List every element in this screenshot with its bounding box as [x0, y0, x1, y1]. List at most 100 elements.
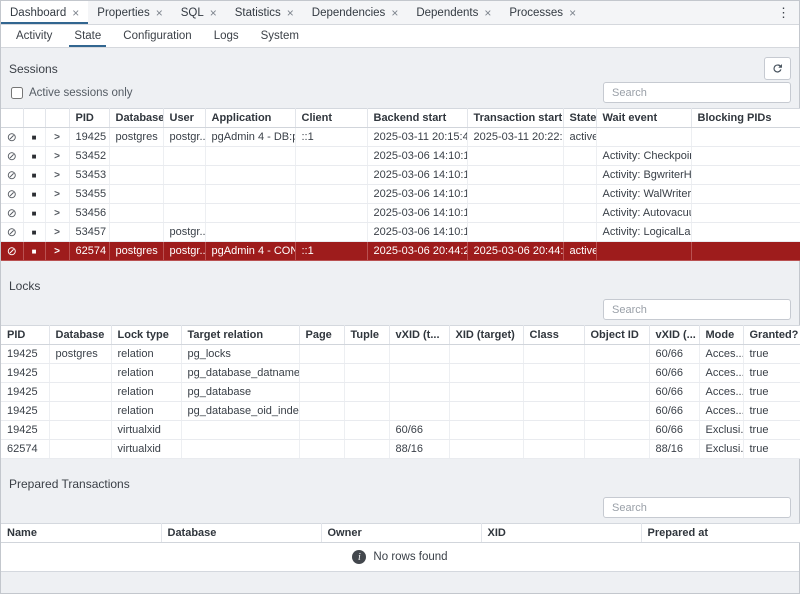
close-icon[interactable]: ×: [72, 7, 79, 19]
expand-row-icon[interactable]: >: [54, 246, 60, 257]
overflow-menu-icon[interactable]: ⋮: [768, 1, 799, 24]
active-sessions-checkbox[interactable]: [11, 87, 23, 99]
table-row[interactable]: 19425relationpg_database60/66Acces...tru…: [1, 383, 800, 402]
action-cell[interactable]: ⊘: [1, 166, 23, 185]
terminate-session-icon[interactable]: ■: [32, 152, 37, 161]
tab-processes[interactable]: Processes×: [500, 1, 585, 24]
locks-search-input[interactable]: [603, 299, 791, 320]
column-header-lock-type[interactable]: Lock type: [111, 326, 181, 345]
column-header-blocking-pids[interactable]: Blocking PIDs: [691, 109, 800, 128]
table-row[interactable]: 19425relationpg_database_datname_ind...6…: [1, 364, 800, 383]
terminate-session-icon[interactable]: ■: [32, 209, 37, 218]
close-icon[interactable]: ×: [391, 7, 398, 19]
column-header-database[interactable]: Database: [49, 326, 111, 345]
expand-row-icon[interactable]: >: [54, 227, 60, 238]
table-row[interactable]: 62574virtualxid88/1688/16Exclusi...true: [1, 440, 800, 459]
column-header-owner[interactable]: Owner: [321, 524, 481, 543]
expand-row-icon[interactable]: >: [54, 189, 60, 200]
close-icon[interactable]: ×: [484, 7, 491, 19]
action-cell[interactable]: >: [45, 128, 69, 147]
prepared-search-input[interactable]: [603, 497, 791, 518]
tab-configuration[interactable]: Configuration: [112, 25, 202, 47]
column-header-application[interactable]: Application: [205, 109, 295, 128]
cancel-query-icon[interactable]: ⊘: [7, 187, 17, 201]
terminate-session-icon[interactable]: ■: [32, 228, 37, 237]
close-icon[interactable]: ×: [287, 7, 294, 19]
cancel-query-icon[interactable]: ⊘: [7, 244, 17, 258]
table-row[interactable]: 19425relationpg_database_oid_index60/66A…: [1, 402, 800, 421]
column-header-page[interactable]: Page: [299, 326, 344, 345]
column-header-mode[interactable]: Mode: [699, 326, 743, 345]
tab-sql[interactable]: SQL×: [172, 1, 226, 24]
table-row[interactable]: ⊘■>53457postgr...2025-03-06 14:10:11 ...…: [1, 223, 800, 242]
table-row[interactable]: ⊘■>534552025-03-06 14:10:11 ...Activity:…: [1, 185, 800, 204]
tab-state[interactable]: State: [63, 25, 112, 47]
terminate-session-icon[interactable]: ■: [32, 247, 37, 256]
tab-dependents[interactable]: Dependents×: [407, 1, 500, 24]
action-cell[interactable]: >: [45, 166, 69, 185]
column-header-granted[interactable]: Granted?: [743, 326, 800, 345]
column-header-state[interactable]: State: [563, 109, 596, 128]
column-header-name[interactable]: Name: [1, 524, 161, 543]
column-header-database[interactable]: Database: [161, 524, 321, 543]
table-row[interactable]: 19425postgresrelationpg_locks60/66Acces.…: [1, 345, 800, 364]
tab-dashboard[interactable]: Dashboard×: [1, 1, 88, 24]
table-row[interactable]: ⊘■>534522025-03-06 14:10:11 ...Activity:…: [1, 147, 800, 166]
action-cell[interactable]: ■: [23, 147, 45, 166]
action-cell[interactable]: ■: [23, 128, 45, 147]
action-cell[interactable]: ■: [23, 242, 45, 261]
terminate-session-icon[interactable]: ■: [32, 171, 37, 180]
active-sessions-filter[interactable]: Active sessions only: [9, 87, 133, 99]
table-row[interactable]: ⊘■>534532025-03-06 14:10:11 ...Activity:…: [1, 166, 800, 185]
column-header-client[interactable]: Client: [295, 109, 367, 128]
column-header-backend-start[interactable]: Backend start: [367, 109, 467, 128]
terminate-session-icon[interactable]: ■: [32, 133, 37, 142]
column-header-vxid-t[interactable]: vXID (t...: [389, 326, 449, 345]
tab-logs[interactable]: Logs: [203, 25, 250, 47]
action-cell[interactable]: ⊘: [1, 185, 23, 204]
cancel-query-icon[interactable]: ⊘: [7, 130, 17, 144]
action-cell[interactable]: ⊘: [1, 242, 23, 261]
action-cell[interactable]: >: [45, 223, 69, 242]
column-header-pid[interactable]: PID: [69, 109, 109, 128]
action-cell[interactable]: ⊘: [1, 147, 23, 166]
expand-row-icon[interactable]: >: [54, 132, 60, 143]
refresh-button[interactable]: [764, 57, 791, 80]
action-cell[interactable]: >: [45, 185, 69, 204]
tab-properties[interactable]: Properties×: [88, 1, 171, 24]
table-row[interactable]: ⊘■>534562025-03-06 14:10:11 ...Activity:…: [1, 204, 800, 223]
tab-activity[interactable]: Activity: [5, 25, 63, 47]
action-cell[interactable]: ⊘: [1, 223, 23, 242]
column-header-object-id[interactable]: Object ID: [584, 326, 649, 345]
close-icon[interactable]: ×: [210, 7, 217, 19]
column-header-xid[interactable]: XID: [481, 524, 641, 543]
expand-row-icon[interactable]: >: [54, 151, 60, 162]
column-header-pid[interactable]: PID: [1, 326, 49, 345]
action-cell[interactable]: >: [45, 147, 69, 166]
terminate-session-icon[interactable]: ■: [32, 190, 37, 199]
sessions-search-input[interactable]: [603, 82, 791, 103]
action-cell[interactable]: ■: [23, 223, 45, 242]
column-header-database[interactable]: Database: [109, 109, 163, 128]
table-row[interactable]: ⊘■>19425postgrespostgr...pgAdmin 4 - DB:…: [1, 128, 800, 147]
column-header-target-relation[interactable]: Target relation: [181, 326, 299, 345]
action-cell[interactable]: ■: [23, 204, 45, 223]
cancel-query-icon[interactable]: ⊘: [7, 206, 17, 220]
column-header-wait-event[interactable]: Wait event: [596, 109, 691, 128]
expand-row-icon[interactable]: >: [54, 170, 60, 181]
action-cell[interactable]: ■: [23, 166, 45, 185]
action-cell[interactable]: ⊘: [1, 204, 23, 223]
table-row[interactable]: ⊘■>62574postgrespostgr...pgAdmin 4 - CON…: [1, 242, 800, 261]
table-row[interactable]: 19425virtualxid60/6660/66Exclusi...true: [1, 421, 800, 440]
cancel-query-icon[interactable]: ⊘: [7, 149, 17, 163]
action-cell[interactable]: ■: [23, 185, 45, 204]
close-icon[interactable]: ×: [156, 7, 163, 19]
tab-dependencies[interactable]: Dependencies×: [303, 1, 408, 24]
tab-statistics[interactable]: Statistics×: [226, 1, 303, 24]
action-cell[interactable]: >: [45, 204, 69, 223]
column-header-vxid[interactable]: vXID (...: [649, 326, 699, 345]
cancel-query-icon[interactable]: ⊘: [7, 225, 17, 239]
column-header-user[interactable]: User: [163, 109, 205, 128]
action-cell[interactable]: >: [45, 242, 69, 261]
column-header-prepared-at[interactable]: Prepared at: [641, 524, 800, 543]
